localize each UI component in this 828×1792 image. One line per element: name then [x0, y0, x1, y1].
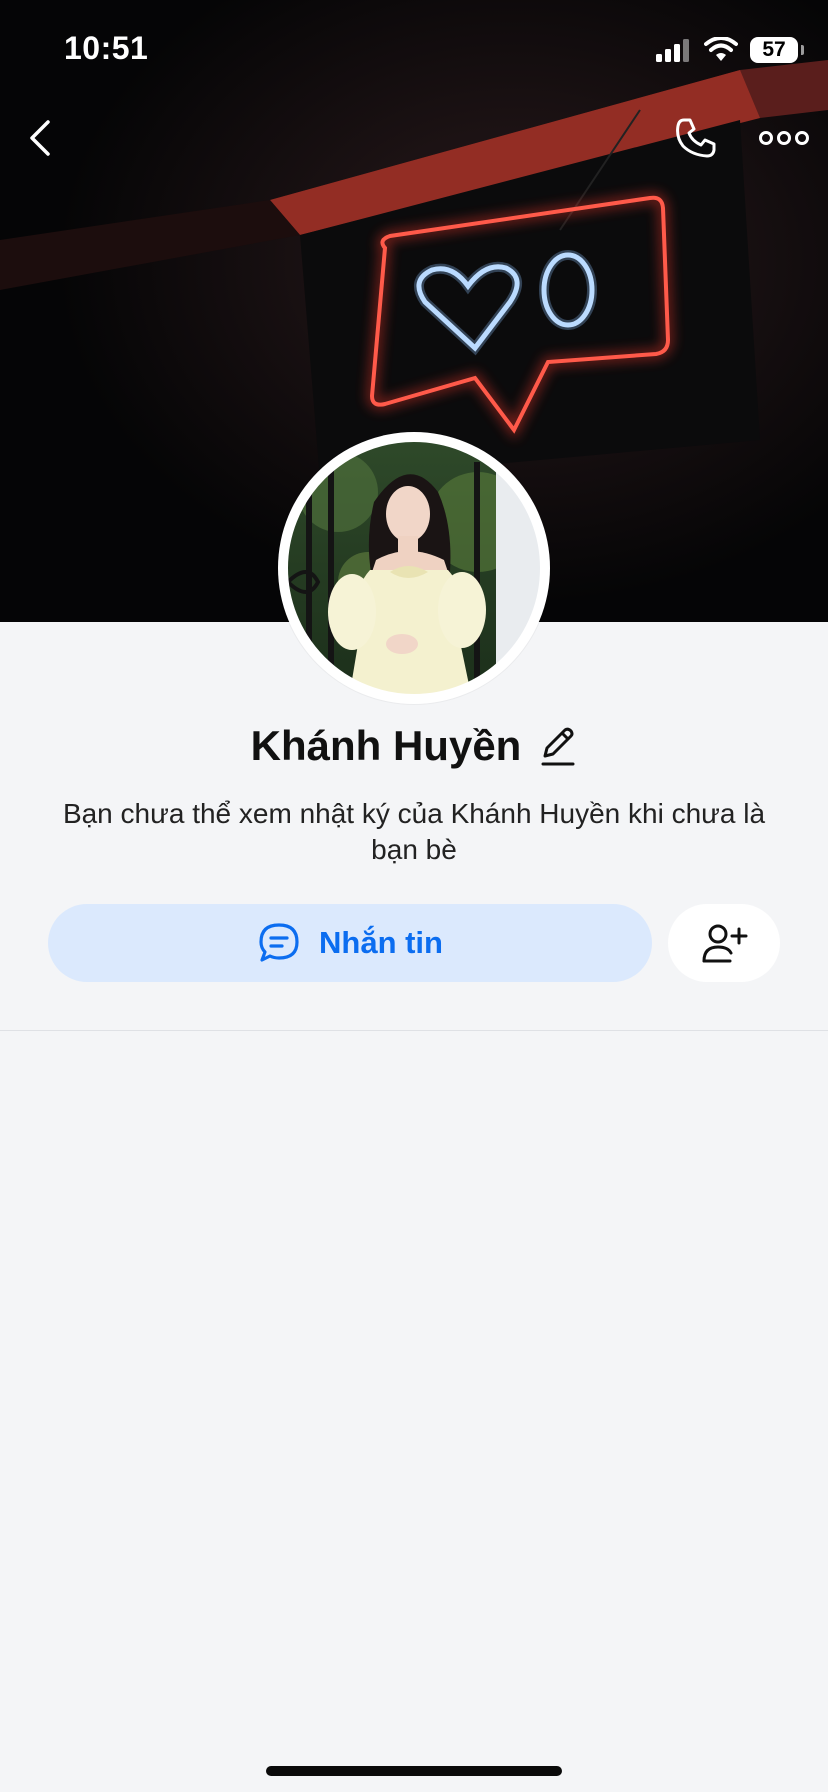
wifi-icon — [704, 37, 738, 61]
profile-screen: 10:51 57 Khánh Huyền Bạn chưa thể xem nh… — [0, 0, 828, 1792]
status-bar: 10:51 57 — [0, 0, 828, 100]
add-friend-icon — [702, 924, 748, 963]
message-button[interactable]: Nhắn tin — [48, 904, 652, 982]
cellular-signal-icon — [656, 39, 689, 62]
profile-name: Khánh Huyền — [250, 722, 522, 769]
phone-icon[interactable] — [672, 114, 720, 162]
battery-level: 57 — [762, 38, 786, 61]
edit-pencil-icon[interactable] — [537, 724, 577, 768]
more-dots-icon[interactable] — [758, 124, 810, 152]
back-chevron-icon[interactable] — [22, 116, 58, 160]
section-divider — [0, 1030, 828, 1031]
avatar[interactable] — [278, 432, 550, 704]
status-time: 10:51 — [64, 30, 149, 66]
diary-restriction-notice: Bạn chưa thể xem nhật ký của Khánh Huyền… — [62, 798, 766, 865]
profile-name-row: Khánh Huyền — [0, 718, 828, 774]
battery-tip — [801, 45, 804, 55]
battery-icon: 57 — [750, 37, 804, 63]
home-indicator[interactable] — [266, 1766, 562, 1776]
status-icons: 57 — [656, 34, 804, 66]
chat-bubble-icon — [259, 923, 299, 962]
message-button-label: Nhắn tin — [319, 925, 443, 960]
add-friend-button[interactable] — [668, 904, 780, 982]
avatar-photo — [280, 434, 548, 702]
